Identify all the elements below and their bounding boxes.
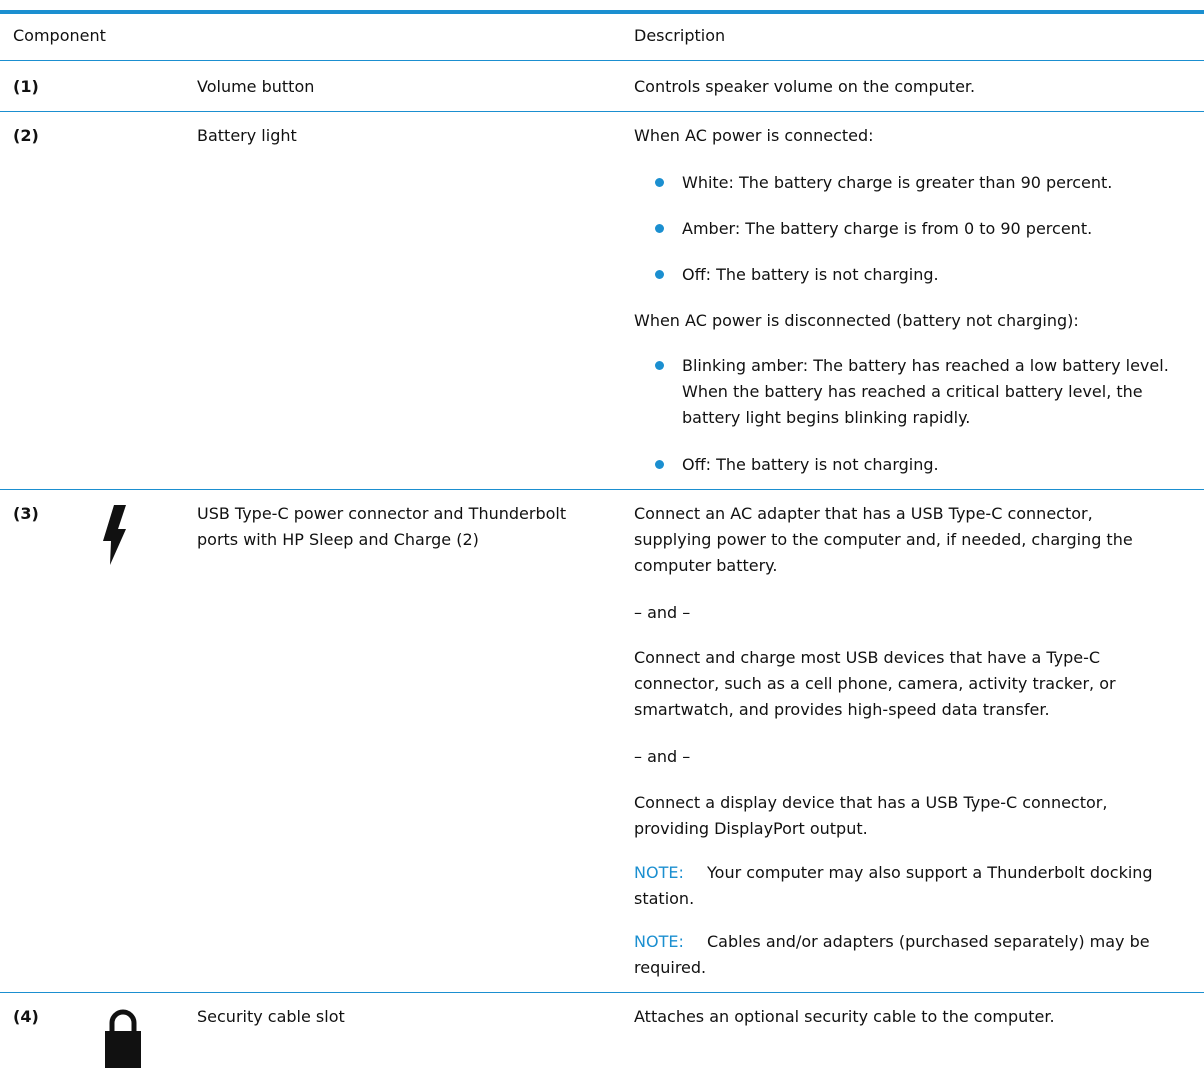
description-line: Connect and charge most USB devices that… [634, 648, 1101, 667]
description-line: Connect a display device that has a USB … [634, 793, 1108, 812]
row-divider [0, 992, 1204, 993]
bullet-text: Blinking amber: The battery has reached … [682, 356, 1169, 375]
note-label: NOTE: [634, 863, 684, 882]
component-description: Controls speaker volume on the computer. [634, 77, 976, 96]
row-divider [0, 489, 1204, 490]
header-component: Component [13, 26, 106, 45]
bullet-text: Off: The battery is not charging. [682, 265, 939, 284]
bullet-text: Off: The battery is not charging. [682, 455, 939, 474]
description-intro: When AC power is disconnected (battery n… [634, 311, 1079, 330]
row-number: (1) [13, 77, 39, 96]
bullet-dot [655, 361, 664, 370]
bullet-text: Amber: The battery charge is from 0 to 9… [682, 219, 1093, 238]
description-line: smartwatch, and provides high-speed data… [634, 700, 1050, 719]
description-line: Connect an AC adapter that has a USB Typ… [634, 504, 1093, 523]
note-text: Cables and/or adapters (purchased separa… [707, 932, 1150, 951]
row-number: (2) [13, 126, 39, 145]
and-separator: – and – [634, 747, 691, 766]
note-text: Your computer may also support a Thunder… [707, 863, 1153, 882]
bullet-dot [655, 224, 664, 233]
padlock-icon [105, 1009, 141, 1068]
component-name: Volume button [197, 77, 315, 96]
description-line: supplying power to the computer and, if … [634, 530, 1133, 549]
description-line: computer battery. [634, 556, 778, 575]
component-name: Battery light [197, 126, 297, 145]
lightning-bolt-icon [103, 505, 126, 565]
note-text: station. [634, 889, 695, 908]
description-intro: When AC power is connected: [634, 126, 874, 145]
component-description: Attaches an optional security cable to t… [634, 1007, 1055, 1026]
component-name: USB Type-C power connector and Thunderbo… [197, 504, 567, 523]
bullet-text: When the battery has reached a critical … [682, 382, 1143, 401]
header-divider [0, 60, 1204, 61]
and-separator: – and – [634, 603, 691, 622]
bullet-dot [655, 178, 664, 187]
component-name: Security cable slot [197, 1007, 345, 1026]
bullet-dot [655, 460, 664, 469]
row-number: (3) [13, 504, 39, 523]
bullet-text: White: The battery charge is greater tha… [682, 173, 1113, 192]
component-table: Component Description (1) Volume button … [0, 0, 1204, 1068]
row-divider [0, 111, 1204, 112]
note-text: required. [634, 958, 707, 977]
bullet-text: battery light begins blinking rapidly. [682, 408, 971, 427]
description-line: connector, such as a cell phone, camera,… [634, 674, 1116, 693]
header-description: Description [634, 26, 726, 45]
description-line: providing DisplayPort output. [634, 819, 868, 838]
component-name: ports with HP Sleep and Charge (2) [197, 530, 479, 549]
table-top-rule [0, 10, 1204, 14]
note-label: NOTE: [634, 932, 684, 951]
bullet-dot [655, 270, 664, 279]
row-number: (4) [13, 1007, 39, 1026]
